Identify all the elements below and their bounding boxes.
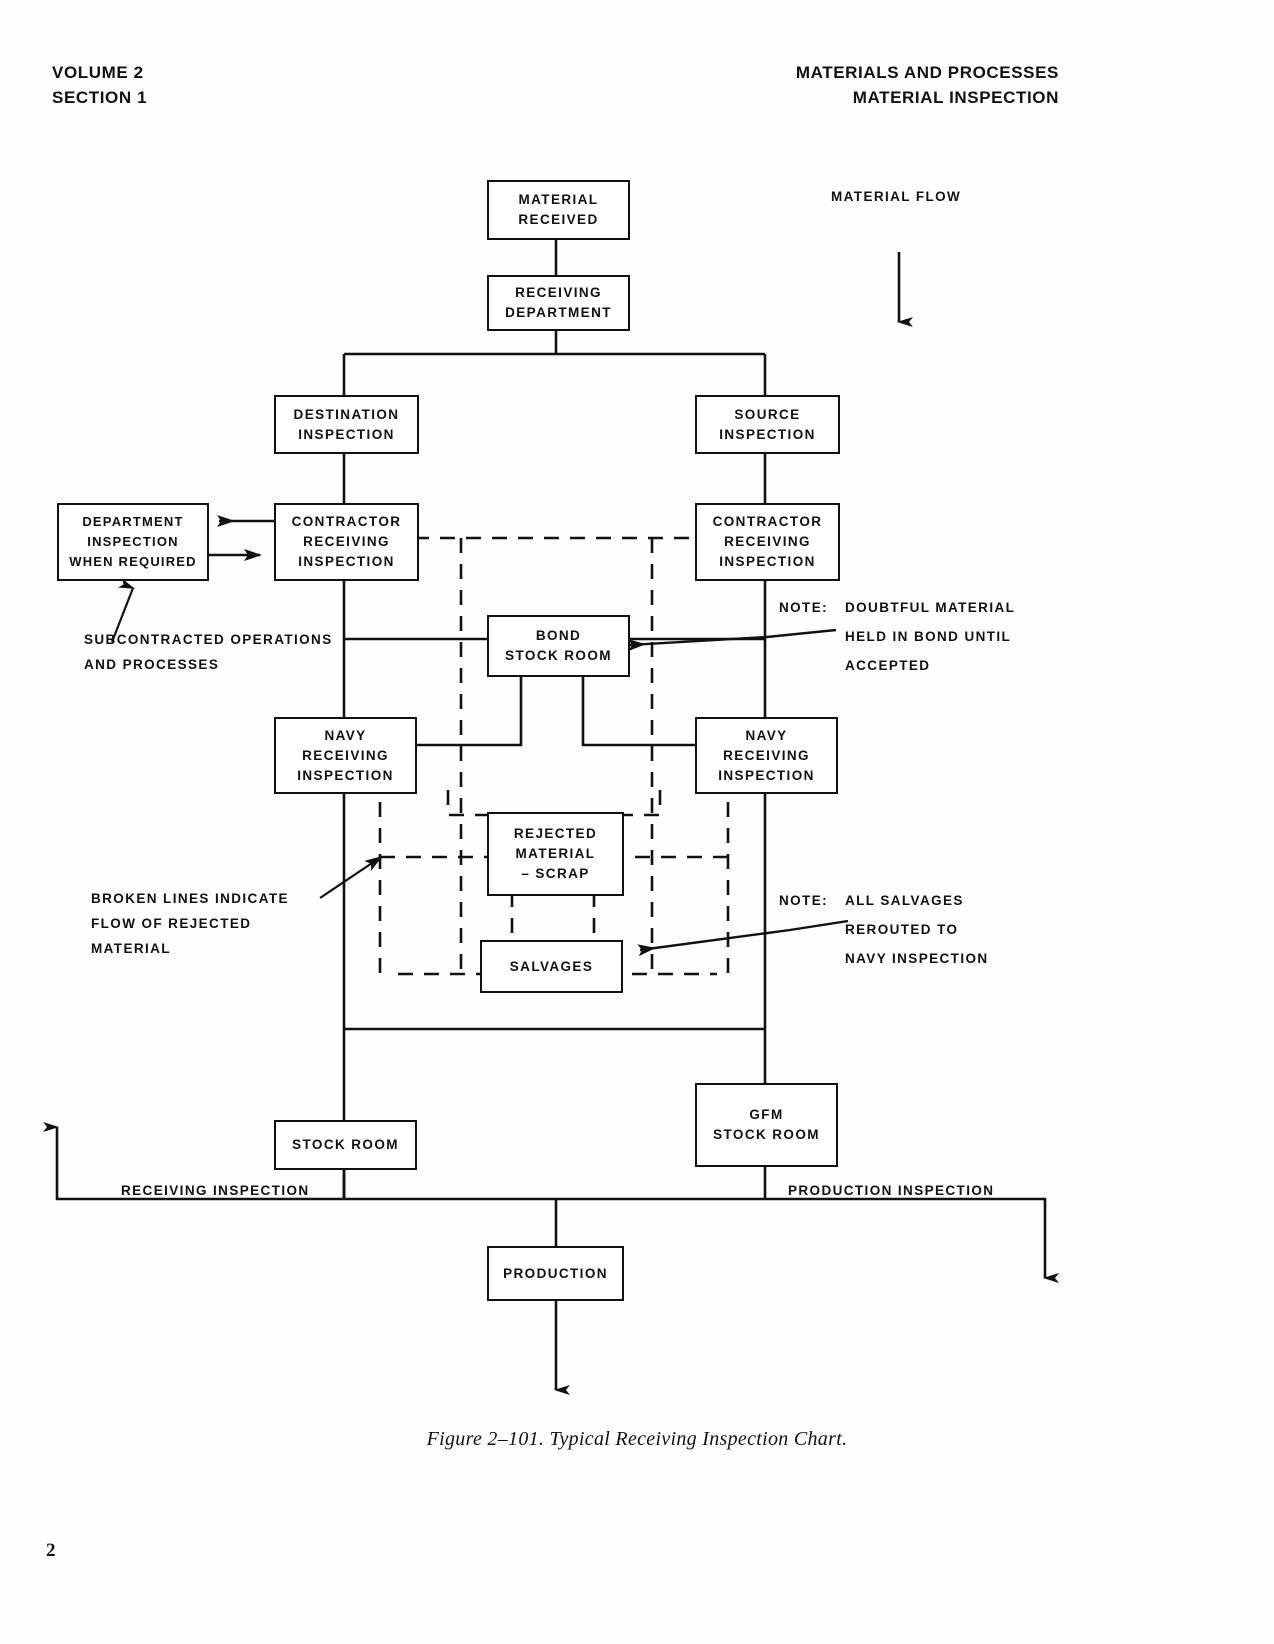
node-line: SOURCE	[734, 406, 801, 422]
note-label: NOTE:	[779, 600, 828, 615]
node-line: BOND	[535, 628, 582, 643]
node-line: INSPECTION	[718, 767, 815, 783]
node-line: CONTRACTOR	[291, 514, 402, 529]
node-line: PRODUCTION	[503, 1265, 608, 1281]
node-line: INSPECTION	[719, 554, 816, 569]
node-line: DESTINATION	[293, 406, 400, 422]
node-line: REJECTED	[513, 826, 598, 841]
label-text: PRODUCTION INSPECTION	[788, 1183, 995, 1198]
annotation-subcontracted-operations: SUBCONTRACTED OPERATIONS AND PROCESSES	[84, 627, 333, 677]
node-destination-inspection[interactable]: DESTINATION INSPECTION	[274, 395, 419, 454]
note-doubtful-material: NOTE: DOUBTFUL MATERIAL HELD IN BOND UNTI…	[779, 593, 1015, 680]
node-line: WHEN REQUIRED	[69, 554, 197, 569]
note-text: REROUTED TO	[845, 922, 959, 937]
node-contractor-receiving-inspection-right[interactable]: CONTRACTOR RECEIVING INSPECTION	[695, 503, 840, 581]
node-line: MATERIAL	[518, 192, 599, 207]
node-line: CONTRACTOR	[712, 514, 823, 529]
label-production-inspection: PRODUCTION INSPECTION	[788, 1178, 994, 1203]
node-navy-receiving-inspection-right[interactable]: NAVY RECEIVING INSPECTION	[695, 717, 838, 794]
node-source-inspection[interactable]: SOURCE INSPECTION	[695, 395, 840, 454]
node-line: NAVY	[745, 727, 788, 743]
node-line: DEPARTMENT	[505, 305, 612, 320]
note-row: NOTE: ALL SALVAGES	[779, 886, 989, 915]
node-line: INSPECTION	[87, 534, 179, 549]
figure-caption: Figure 2–101. Typical Receiving Inspecti…	[426, 1428, 848, 1450]
node-navy-receiving-inspection-left[interactable]: NAVY RECEIVING INSPECTION	[274, 717, 417, 794]
node-line: RECEIVING	[515, 285, 602, 300]
node-stock-room[interactable]: STOCK ROOM	[274, 1120, 417, 1170]
document-page: VOLUME 2 SECTION 1 MATERIALS AND PROCESS…	[0, 0, 1274, 1644]
node-line: MATERIAL	[515, 846, 596, 861]
node-line: RECEIVING	[724, 534, 811, 549]
node-line: INSPECTION	[298, 554, 395, 569]
node-rejected-material-scrap[interactable]: REJECTED MATERIAL – SCRAP	[487, 812, 624, 896]
node-line: STOCK ROOM	[292, 1137, 399, 1152]
node-department-inspection-when-required[interactable]: DEPARTMENT INSPECTION WHEN REQUIRED	[57, 503, 209, 581]
node-line: RECEIVING	[723, 747, 810, 763]
note-text: DOUBTFUL MATERIAL	[845, 600, 1016, 615]
node-line: STOCK ROOM	[505, 648, 612, 663]
note-text: HELD IN BOND UNTIL	[845, 629, 1012, 644]
annotation-line: AND PROCESSES	[84, 657, 220, 672]
node-line: RECEIVING	[303, 534, 390, 549]
node-line: DEPARTMENT	[82, 514, 184, 529]
page-number: 2	[46, 1540, 56, 1561]
node-line: NAVY	[324, 727, 367, 743]
flowchart-linework	[43, 236, 1059, 1395]
annotation-line: SUBCONTRACTED OPERATIONS	[84, 632, 333, 647]
label-text: RECEIVING INSPECTION	[121, 1183, 310, 1198]
node-line: SALVAGES	[509, 958, 594, 974]
node-line: STOCK ROOM	[713, 1127, 820, 1142]
node-contractor-receiving-inspection-left[interactable]: CONTRACTOR RECEIVING INSPECTION	[274, 503, 419, 581]
label-receiving-inspection: RECEIVING INSPECTION	[121, 1178, 310, 1203]
note-text: ALL SALVAGES	[845, 893, 964, 908]
annotation-line: MATERIAL	[91, 941, 171, 956]
annotation-line: FLOW OF REJECTED	[91, 916, 252, 931]
note-label: NOTE:	[779, 893, 828, 908]
node-material-received[interactable]: MATERIAL RECEIVED	[487, 180, 630, 240]
node-gfm-stock-room[interactable]: GFM STOCK ROOM	[695, 1083, 838, 1167]
note-text: NAVY INSPECTION	[845, 951, 989, 966]
annotation-line: BROKEN LINES INDICATE	[91, 891, 289, 906]
node-production[interactable]: PRODUCTION	[487, 1246, 624, 1301]
node-salvages[interactable]: SALVAGES	[480, 940, 623, 993]
node-line: – SCRAP	[521, 866, 590, 881]
node-line: RECEIVING	[302, 747, 389, 763]
node-line: GFM	[749, 1107, 784, 1122]
node-line: INSPECTION	[719, 426, 816, 442]
node-bond-stock-room[interactable]: BOND STOCK ROOM	[487, 615, 630, 677]
note-all-salvages: NOTE: ALL SALVAGES REROUTED TO NAVY INSPE…	[779, 886, 989, 973]
note-text: ACCEPTED	[845, 658, 931, 673]
legend-text: MATERIAL FLOW	[831, 189, 962, 204]
node-line: INSPECTION	[298, 426, 395, 442]
legend-material-flow-label: MATERIAL FLOW	[831, 184, 961, 209]
node-line: INSPECTION	[297, 767, 394, 783]
node-receiving-department[interactable]: RECEIVING DEPARTMENT	[487, 275, 630, 331]
note-row: NOTE: DOUBTFUL MATERIAL	[779, 593, 1015, 622]
annotation-broken-lines: BROKEN LINES INDICATE FLOW OF REJECTED M…	[91, 886, 289, 961]
node-line: RECEIVED	[518, 212, 599, 227]
